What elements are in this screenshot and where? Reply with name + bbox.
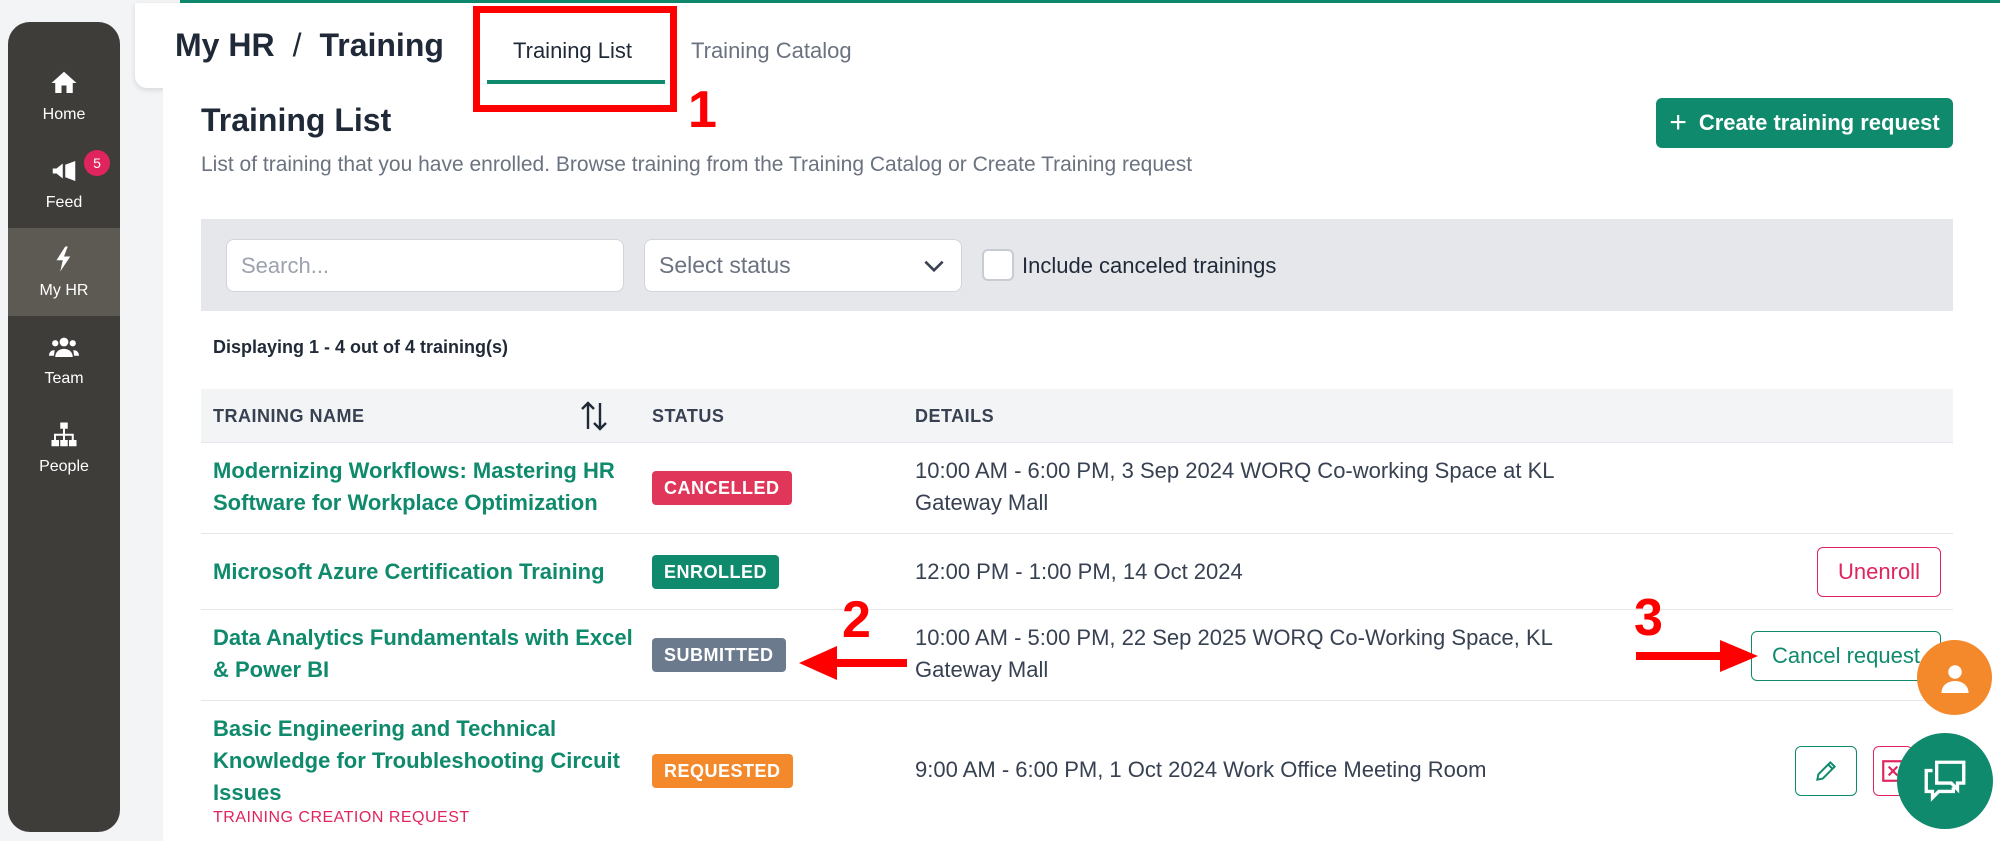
- status-select-value: Select status: [659, 252, 791, 278]
- table-row: Modernizing Workflows: Mastering HR Soft…: [201, 443, 1953, 534]
- table-row: Basic Engineering and Technical Knowledg…: [201, 701, 1953, 841]
- team-icon: [49, 337, 79, 357]
- page-subtitle: List of training that you have enrolled.…: [201, 153, 1193, 176]
- page-title: Training List: [201, 102, 392, 138]
- training-details: 12:00 PM - 1:00 PM, 14 Oct 2024: [915, 559, 1243, 584]
- sidebar-item-home[interactable]: Home: [8, 52, 120, 140]
- sidebar-item-team[interactable]: Team: [8, 316, 120, 404]
- org-chart-icon: [51, 422, 77, 447]
- details-line: Gateway Mall: [915, 490, 1049, 515]
- training-details: 9:00 AM - 6:00 PM, 1 Oct 2024 Work Offic…: [915, 757, 1487, 782]
- training-name-line: & Power BI: [213, 657, 330, 682]
- sort-icon[interactable]: [579, 399, 609, 433]
- column-header-name[interactable]: TRAINING NAME: [213, 406, 365, 427]
- results-count: Displaying 1 - 4 out of 4 training(s): [213, 337, 509, 357]
- column-header-status: STATUS: [652, 406, 725, 426]
- plus-icon: +: [1669, 106, 1687, 139]
- user-assistant-button[interactable]: [1917, 640, 1992, 715]
- chat-icon: [1924, 760, 1966, 802]
- training-name-link[interactable]: Microsoft Azure Certification Training: [213, 556, 605, 588]
- column-header-details: DETAILS: [915, 406, 995, 426]
- sidebar-item-feed[interactable]: Feed 5: [8, 140, 120, 228]
- sidebar: Home Feed 5 My HR Team People: [8, 22, 120, 832]
- training-name-line: Basic Engineering and Technical: [213, 716, 557, 741]
- breadcrumb-root[interactable]: My HR: [175, 27, 275, 63]
- breadcrumb: My HR / Training: [175, 27, 444, 64]
- tab-training-catalog[interactable]: Training Catalog: [691, 38, 852, 64]
- create-training-request-button[interactable]: + Create training request: [1656, 98, 1953, 148]
- training-name-link[interactable]: Modernizing Workflows: Mastering HR Soft…: [213, 455, 615, 519]
- training-creation-request-label: TRAINING CREATION REQUEST: [213, 809, 470, 826]
- status-badge: CANCELLED: [652, 471, 792, 505]
- megaphone-icon: [52, 161, 76, 181]
- chat-button[interactable]: [1897, 733, 1993, 829]
- cancel-request-button[interactable]: Cancel request: [1751, 631, 1941, 681]
- header: My HR / Training: [135, 3, 2000, 88]
- table-header: TRAINING NAME STATUS DETAILS: [201, 389, 1953, 443]
- sidebar-item-label: My HR: [39, 282, 89, 299]
- sidebar-item-my-hr[interactable]: My HR: [8, 228, 120, 316]
- status-badge: REQUESTED: [652, 754, 793, 788]
- edit-button[interactable]: [1795, 746, 1857, 796]
- breadcrumb-separator: /: [292, 27, 302, 63]
- sidebar-item-label: Team: [44, 370, 84, 387]
- status-badge: SUBMITTED: [652, 638, 786, 672]
- details-line: Gateway Mall: [915, 657, 1049, 682]
- lightning-icon: [56, 246, 71, 272]
- details-line: 10:00 AM - 6:00 PM, 3 Sep 2024 WORQ Co-w…: [915, 458, 1555, 483]
- sidebar-item-people[interactable]: People: [8, 404, 120, 492]
- breadcrumb-current: Training: [319, 27, 444, 63]
- annotation-number-1: 1: [688, 81, 717, 139]
- training-name-link[interactable]: Data Analytics Fundamentals with Excel &…: [213, 622, 633, 686]
- edit-icon: [1816, 760, 1837, 781]
- sidebar-item-label: Feed: [45, 194, 83, 211]
- annotation-arrow-left: [799, 646, 907, 680]
- include-canceled-checkbox[interactable]: [982, 249, 1014, 281]
- include-canceled-label[interactable]: Include canceled trainings: [1022, 253, 1276, 279]
- annotation-arrow-right: [1636, 640, 1758, 672]
- training-name-line: Issues: [213, 780, 282, 805]
- training-details: 10:00 AM - 6:00 PM, 3 Sep 2024 WORQ Co-w…: [915, 455, 1555, 519]
- training-name-link[interactable]: Basic Engineering and Technical Knowledg…: [213, 713, 620, 809]
- chevron-down-icon: [924, 260, 944, 272]
- training-name-line: Modernizing Workflows: Mastering HR: [213, 458, 615, 483]
- home-icon: [51, 71, 77, 93]
- table-row: Microsoft Azure Certification Training E…: [201, 534, 1953, 610]
- annotation-highlight-box: [473, 6, 677, 112]
- search-input[interactable]: [226, 239, 624, 292]
- status-badge: ENROLLED: [652, 555, 779, 589]
- unenroll-button[interactable]: Unenroll: [1817, 547, 1941, 597]
- sidebar-item-label: People: [39, 458, 89, 475]
- create-button-label: Create training request: [1698, 110, 1940, 135]
- details-line: 10:00 AM - 5:00 PM, 22 Sep 2025 WORQ Co-…: [915, 625, 1553, 650]
- training-name-line: Software for Workplace Optimization: [213, 490, 598, 515]
- notification-badge: 5: [84, 150, 110, 176]
- sidebar-item-label: Home: [42, 106, 86, 123]
- training-name-line: Knowledge for Troubleshooting Circuit: [213, 748, 620, 773]
- user-icon: [1941, 664, 1968, 693]
- training-details: 10:00 AM - 5:00 PM, 22 Sep 2025 WORQ Co-…: [915, 622, 1553, 686]
- training-name-line: Data Analytics Fundamentals with Excel: [213, 625, 633, 650]
- status-select[interactable]: Select status: [644, 239, 962, 292]
